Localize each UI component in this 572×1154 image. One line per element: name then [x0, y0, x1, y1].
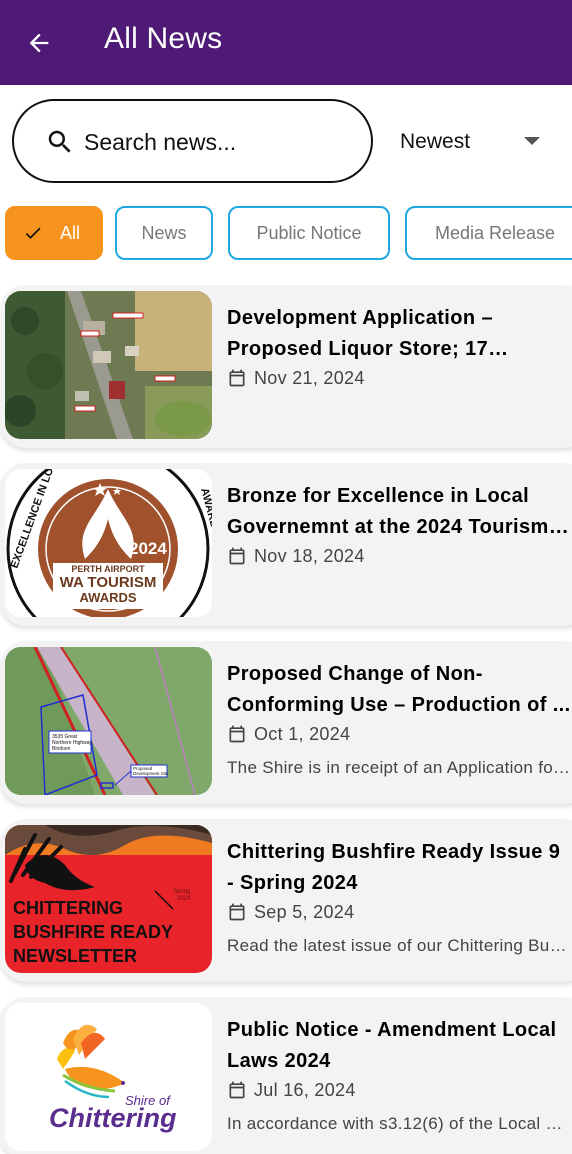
- award-line1-text: PERTH AIRPORT: [71, 564, 145, 574]
- article-title: Chittering Bushfire Ready Issue 9 - Spri…: [227, 841, 561, 894]
- article-date-row: Oct 1, 2024: [227, 722, 350, 746]
- sort-dropdown[interactable]: Newest: [390, 110, 560, 172]
- filter-chip-public-notice[interactable]: Public Notice: [228, 206, 390, 260]
- newsletter-issue-year-text: 2024: [177, 896, 191, 902]
- article-date: Sep 5, 2024: [254, 901, 355, 922]
- article-date: Nov 18, 2024: [254, 545, 365, 566]
- award-line2-text: WA TOURISM: [60, 574, 157, 591]
- filter-chip-media-release[interactable]: Media Release: [405, 206, 572, 260]
- calendar-icon: [229, 725, 245, 743]
- caret-down-icon: [524, 137, 540, 145]
- site-map-thumbnail: 3535 Great Northern Highway, Bindoon Pro…: [5, 647, 212, 795]
- filter-chip-label: News: [141, 222, 187, 243]
- article-date: Oct 1, 2024: [254, 723, 351, 744]
- arrow-left-icon: [29, 33, 49, 53]
- filter-chip-all[interactable]: All: [5, 206, 103, 260]
- news-card[interactable]: Development Application – Proposed Liquo…: [0, 285, 572, 448]
- article-title: Development Application – Proposed Liquo…: [227, 307, 493, 360]
- calendar-icon: [229, 369, 245, 387]
- article-snippet: Read the latest issue of our Chittering …: [227, 936, 572, 955]
- back-button[interactable]: [22, 26, 56, 60]
- shire-logo-thumbnail: Shire of Chittering: [5, 1003, 212, 1151]
- filter-chip-label: Media Release: [434, 222, 556, 243]
- filter-chip-label: All: [60, 222, 81, 243]
- article-title: Bronze for Excellence in Local Governemn…: [227, 485, 549, 538]
- news-card[interactable]: 3535 Great Northern Highway, Bindoon Pro…: [0, 641, 572, 804]
- news-card[interactable]: 2024 PERTH AIRPORT WA TOURISM AWARDS EXC…: [0, 463, 572, 626]
- logo-chittering-text: Chittering: [49, 1103, 177, 1133]
- calendar-icon: [229, 547, 245, 565]
- search-input[interactable]: [84, 123, 354, 161]
- tourism-award-thumbnail: 2024 PERTH AIRPORT WA TOURISM AWARDS EXC…: [5, 469, 212, 617]
- check-icon: [25, 227, 41, 239]
- bushfire-newsletter-thumbnail: Spring 2024 CHITTERING BUSHFIRE READY NE…: [5, 825, 212, 973]
- newsletter-line2-text: BUSHFIRE READY: [13, 922, 173, 942]
- page-title: All News: [104, 22, 223, 55]
- newsletter-line1-text: CHITTERING: [13, 898, 123, 918]
- map-box1-line3-text: Bindoon: [52, 746, 71, 752]
- search-field[interactable]: [12, 99, 373, 183]
- filter-chip-label: Public Notice: [256, 222, 362, 243]
- newsletter-issue-text: Spring: [173, 889, 190, 895]
- article-snippet: In accordance with s3.12(6) of the Local…: [227, 1114, 572, 1133]
- article-date: Jul 16, 2024: [254, 1079, 356, 1100]
- article-date-row: Sep 5, 2024: [227, 900, 354, 924]
- news-card[interactable]: Shire of Chittering Public Notice - Amen…: [0, 997, 572, 1154]
- article-title: Proposed Change of Non-Conforming Use – …: [227, 663, 571, 716]
- app-bar: All News: [0, 0, 572, 85]
- article-title: Public Notice - Amendment Local Laws 202…: [227, 1019, 557, 1072]
- award-line3-text: AWARDS: [79, 590, 136, 605]
- search-icon: [48, 130, 71, 153]
- filter-chip-news[interactable]: News: [115, 206, 213, 260]
- calendar-icon: [229, 1081, 245, 1099]
- article-date-row: Jul 16, 2024: [227, 1078, 356, 1102]
- award-year-text: 2024: [129, 539, 167, 558]
- article-date: Nov 21, 2024: [254, 367, 365, 388]
- newsletter-line3-text: NEWSLETTER: [13, 946, 137, 966]
- sort-selected-label: Newest: [400, 130, 471, 153]
- aerial-photo-thumbnail: [5, 291, 212, 439]
- calendar-icon: [229, 903, 245, 921]
- article-date-row: Nov 18, 2024: [227, 544, 365, 568]
- article-date-row: Nov 21, 2024: [227, 366, 365, 390]
- article-snippet: The Shire is in receipt of an Applicatio…: [227, 758, 572, 777]
- news-card[interactable]: Spring 2024 CHITTERING BUSHFIRE READY NE…: [0, 819, 572, 982]
- map-box2-line2-text: Development Site: [133, 771, 169, 776]
